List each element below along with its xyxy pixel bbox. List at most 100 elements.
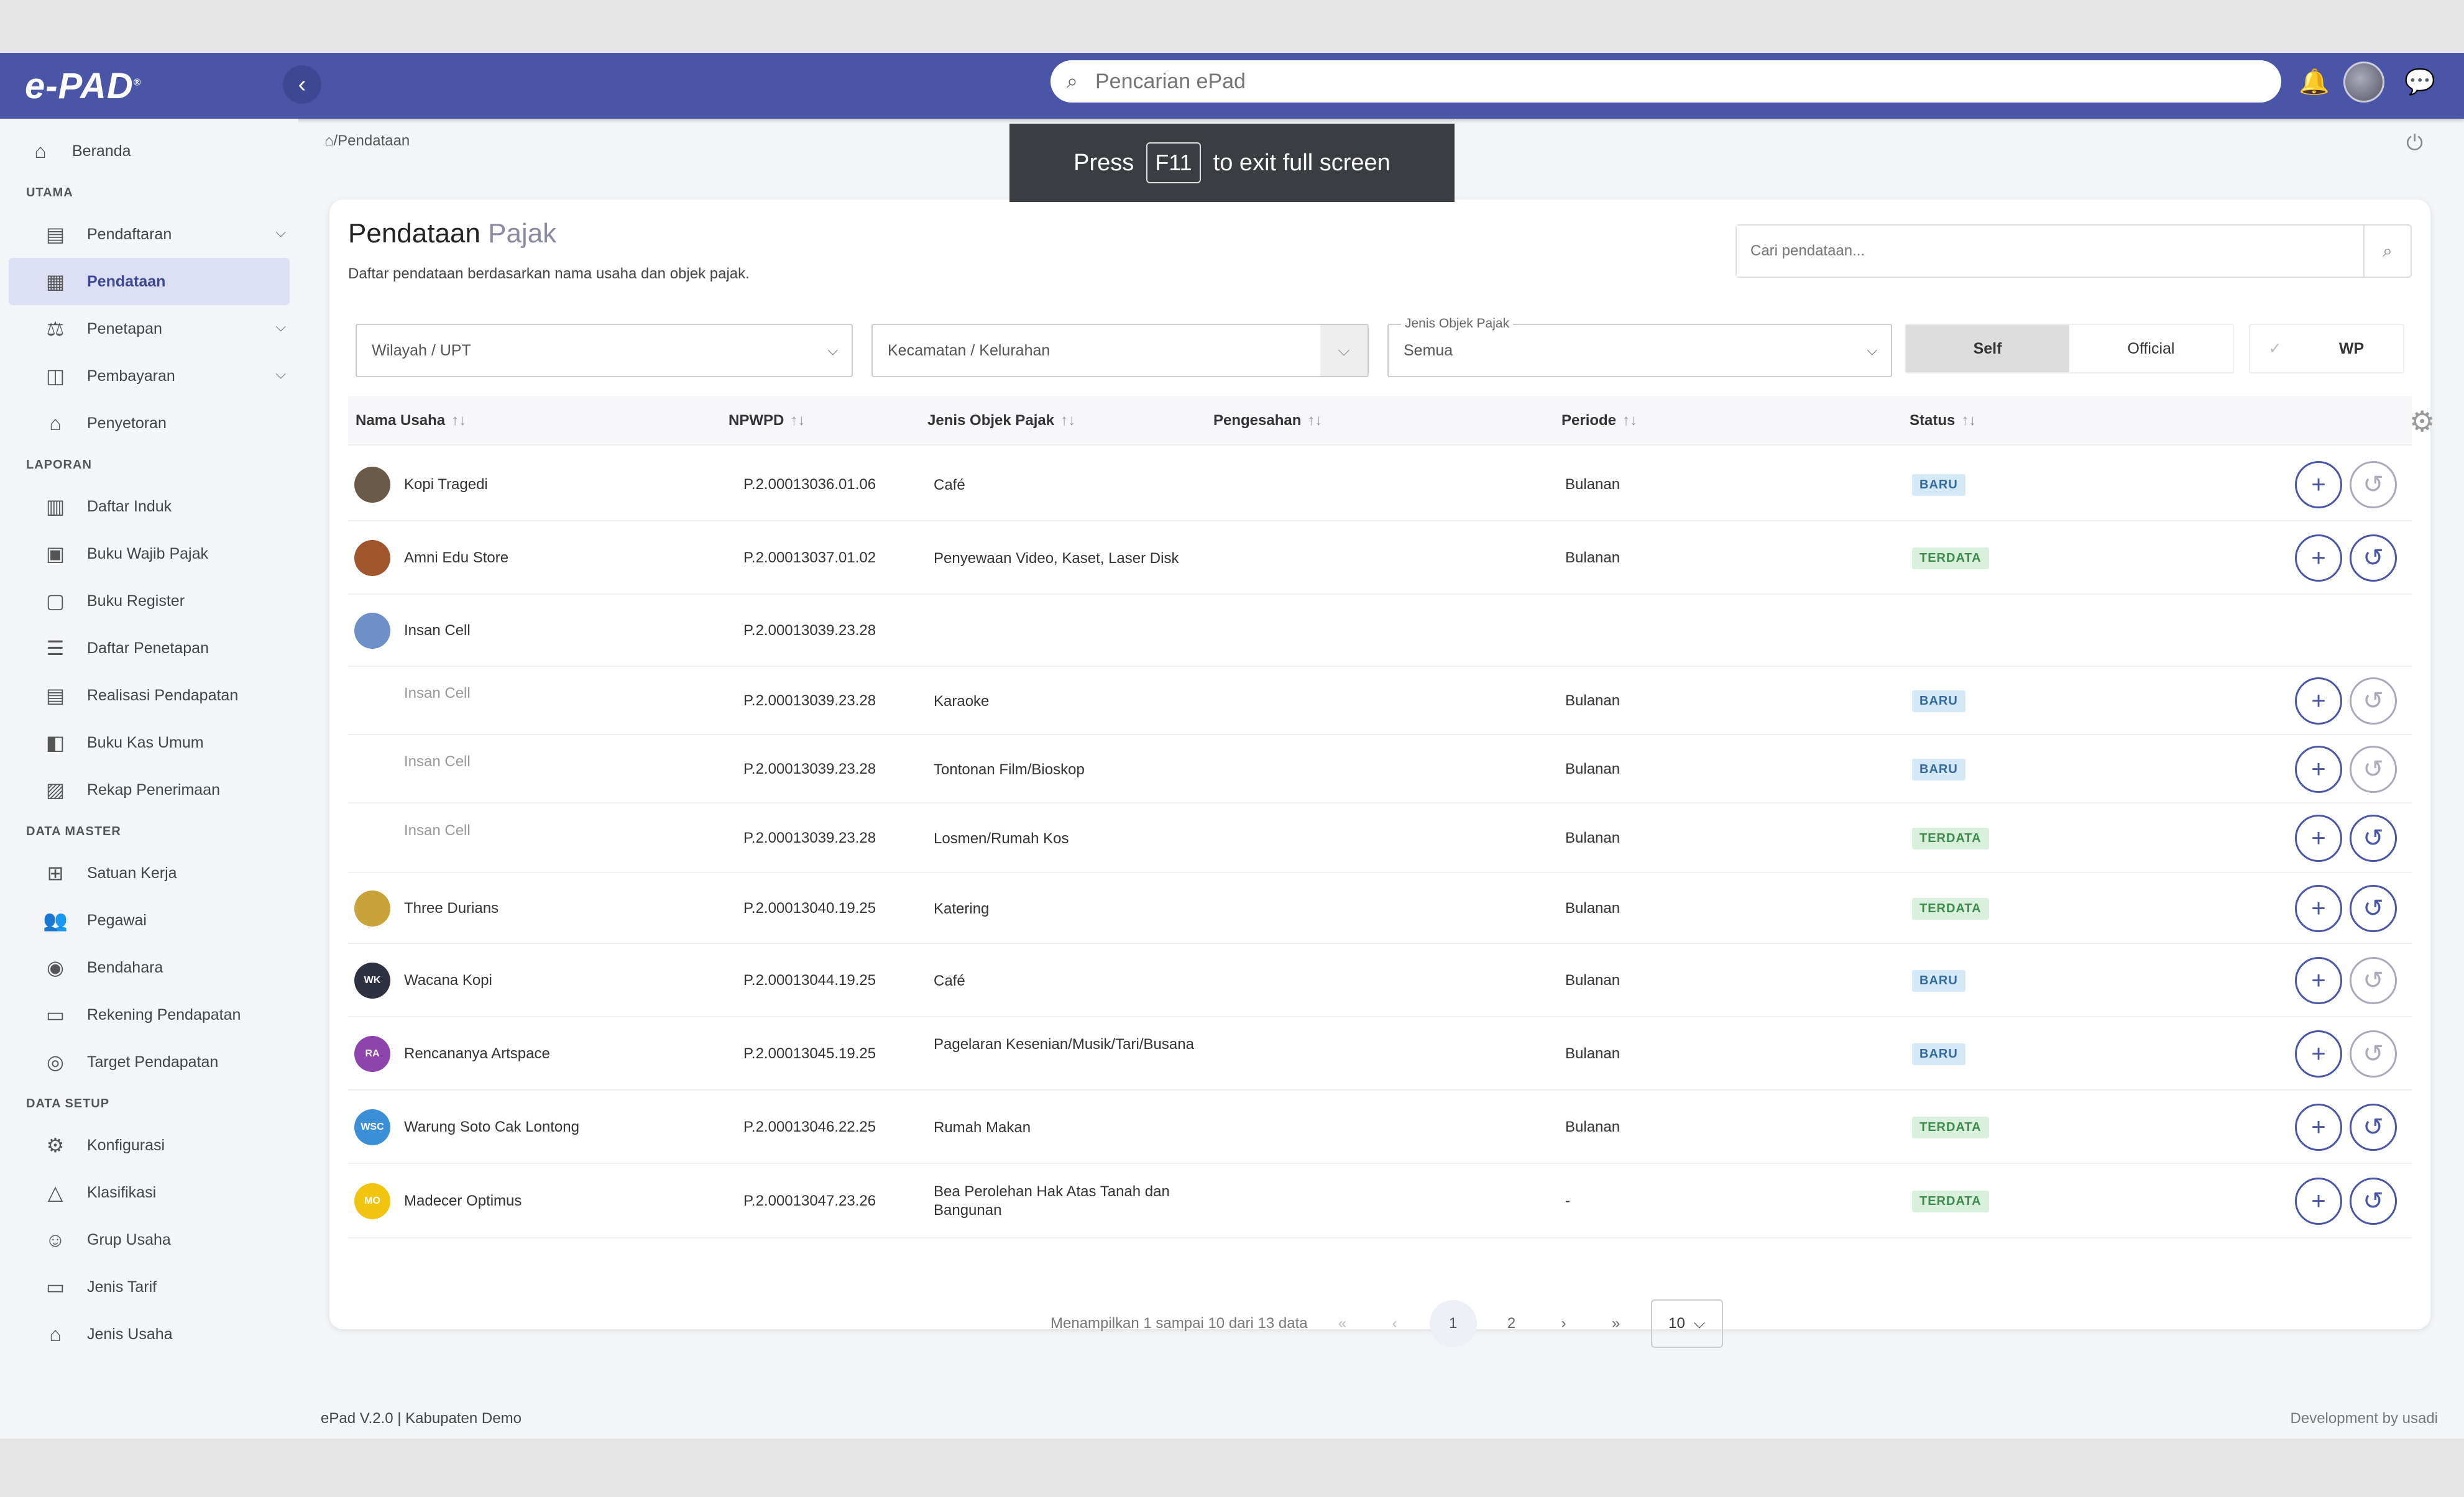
sidebar-item-klasifikasi[interactable]: △ Klasifikasi <box>0 1169 298 1216</box>
sidebar-item-pembayaran[interactable]: ◫ Pembayaran ⌵ <box>0 352 298 400</box>
history-button[interactable]: ↺ <box>2350 677 2397 725</box>
wilayah-select[interactable]: Wilayah / UPT ⌵ <box>356 324 853 377</box>
chat-icon[interactable]: 💬 <box>2404 70 2435 94</box>
bell-icon[interactable]: 🔔 <box>2299 68 2330 96</box>
table-row: Amni Edu Store P.2.00013037.01.02 Penyewaa… <box>348 521 2412 595</box>
daftar-induk-icon: ▥ <box>45 495 65 518</box>
business-avatar: WK <box>354 963 390 999</box>
sidebar-item-buku-kas-umum[interactable]: ◧ Buku Kas Umum <box>0 719 298 766</box>
sidebar-item-target-pendapatan[interactable]: ◎ Target Pendapatan <box>0 1038 298 1086</box>
sidebar-item-rekap-penerimaan[interactable]: ▨ Rekap Penerimaan <box>0 766 298 813</box>
global-search-input[interactable] <box>1095 69 2214 94</box>
history-button[interactable]: ↺ <box>2350 885 2397 932</box>
wp-checkbox[interactable]: ✓ WP <box>2249 324 2404 373</box>
history-button[interactable]: ↺ <box>2350 534 2397 582</box>
column-header-periode[interactable]: Periode ↑↓ <box>1561 412 1637 429</box>
sidebar-item-beranda[interactable]: ⌂ Beranda <box>0 127 298 175</box>
sidebar-item-satuan-kerja[interactable]: ⊞ Satuan Kerja <box>0 849 298 897</box>
power-icon[interactable]: ⏻ <box>2406 131 2423 155</box>
history-button[interactable]: ↺ <box>2350 461 2397 508</box>
sidebar-item-label: Daftar Penetapan <box>87 639 209 657</box>
home-icon[interactable]: ⌂ <box>324 132 334 149</box>
sidebar-item-daftar-induk[interactable]: ▥ Daftar Induk <box>0 483 298 530</box>
status-badge: TERDATA <box>1912 1191 1989 1212</box>
sidebar-item-label: Pendaftaran <box>87 225 172 243</box>
sidebar-item-realisasi-pendapatan[interactable]: ▤ Realisasi Pendapatan <box>0 672 298 719</box>
sidebar-item-pendaftaran[interactable]: ▤ Pendaftaran ⌵ <box>0 211 298 258</box>
business-avatar <box>354 467 390 503</box>
table-row: Insan Cell P.2.00013039.23.28 Tontonan Fil… <box>348 735 2412 803</box>
add-button[interactable]: + <box>2295 746 2342 793</box>
prev-page-button[interactable]: ‹ <box>1377 1315 1412 1332</box>
user-avatar[interactable] <box>2343 62 2384 103</box>
add-button[interactable]: + <box>2295 1104 2342 1151</box>
sidebar-item-buku-register[interactable]: ▢ Buku Register <box>0 577 298 625</box>
global-search[interactable]: ⌕ <box>1050 60 2281 103</box>
sidebar-item-label: Buku Kas Umum <box>87 733 204 751</box>
history-button[interactable]: ↺ <box>2350 815 2397 862</box>
history-button[interactable]: ↺ <box>2350 1178 2397 1225</box>
search-button[interactable]: ⌕ <box>2363 226 2411 277</box>
kecamatan-select[interactable]: Kecamatan / Kelurahan ⌵ <box>871 324 1369 377</box>
add-button[interactable]: + <box>2295 534 2342 582</box>
history-button[interactable]: ↺ <box>2350 957 2397 1004</box>
add-button[interactable]: + <box>2295 461 2342 508</box>
add-button[interactable]: + <box>2295 1178 2342 1225</box>
column-header-npwpd[interactable]: NPWPD ↑↓ <box>729 412 805 429</box>
sidebar-item-rekening-pendapatan[interactable]: ▭ Rekening Pendapatan <box>0 991 298 1038</box>
column-header-nama-usaha[interactable]: Nama Usaha ↑↓ <box>356 412 466 429</box>
history-icon: ↺ <box>2363 471 2384 498</box>
top-bar: e-PAD® ‹ ⌕ 🔔 💬 <box>0 53 2464 119</box>
sidebar-item-label: Rekap Penerimaan <box>87 781 221 799</box>
add-button[interactable]: + <box>2295 957 2342 1004</box>
sidebar-item-buku-wajib-pajak[interactable]: ▣ Buku Wajib Pajak <box>0 530 298 577</box>
jenis-tarif-icon: ▭ <box>45 1276 65 1298</box>
sidebar-item-konfigurasi[interactable]: ⚙ Konfigurasi <box>0 1122 298 1169</box>
column-header-status[interactable]: Status ↑↓ <box>1910 412 1976 429</box>
history-button[interactable]: ↺ <box>2350 746 2397 793</box>
periode-cell: - <box>1565 1193 1570 1209</box>
sidebar-item-daftar-penetapan[interactable]: ☰ Daftar Penetapan <box>0 625 298 672</box>
column-header-pengesahan[interactable]: Pengesahan ↑↓ <box>1213 412 1322 429</box>
history-button[interactable]: ↺ <box>2350 1030 2397 1078</box>
pendataan-search-input[interactable] <box>1737 226 2363 277</box>
last-page-button[interactable]: » <box>1599 1315 1634 1332</box>
page-2-button[interactable]: 2 <box>1494 1315 1529 1332</box>
app-logo[interactable]: e-PAD® <box>25 65 142 106</box>
sidebar-item-pendataan[interactable]: ▦ Pendataan <box>9 258 290 305</box>
sidebar-item-penetapan[interactable]: ⚖ Penetapan ⌵ <box>0 305 298 352</box>
sidebar-item-jenis-tarif[interactable]: ▭ Jenis Tarif <box>0 1263 298 1311</box>
nama-usaha-cell: Three Durians <box>354 890 499 927</box>
sidebar-item-label: Pendataan <box>87 272 166 290</box>
status-badge: BARU <box>1912 474 1965 496</box>
first-page-button[interactable]: « <box>1325 1315 1360 1332</box>
sidebar-collapse-button[interactable]: ‹ <box>283 65 321 104</box>
next-page-button[interactable]: › <box>1547 1315 1581 1332</box>
sidebar-item-pegawai[interactable]: 👥 Pegawai <box>0 897 298 944</box>
sidebar-item-grup-usaha[interactable]: ☺ Grup Usaha <box>0 1216 298 1263</box>
settings-gear-icon[interactable]: ⚙ <box>2409 405 2435 438</box>
add-button[interactable]: + <box>2295 885 2342 932</box>
column-header-jenis-objek-pajak[interactable]: Jenis Objek Pajak ↑↓ <box>927 412 1075 429</box>
pendataan-icon: ▦ <box>45 270 65 293</box>
nama-usaha-cell: Amni Edu Store <box>354 540 508 576</box>
add-button[interactable]: + <box>2295 1030 2342 1078</box>
sidebar-item-bendahara[interactable]: ◉ Bendahara <box>0 944 298 991</box>
rekening-pendapatan-icon: ▭ <box>45 1004 65 1026</box>
page-size-select[interactable]: 10 ⌵ <box>1650 1299 1723 1348</box>
bendahara-icon: ◉ <box>47 956 64 979</box>
add-button[interactable]: + <box>2295 677 2342 725</box>
jenis-objek-select[interactable]: Jenis Objek Pajak Semua ⌵ <box>1387 316 1892 377</box>
pendataan-search[interactable]: ⌕ <box>1735 224 2412 278</box>
toggle-official[interactable]: Official <box>2069 325 2233 372</box>
sidebar-item-jenis-usaha[interactable]: ⌂ Jenis Usaha <box>0 1311 298 1358</box>
sidebar-item-penyetoran[interactable]: ⌂ Penyetoran <box>0 400 298 447</box>
npwpd-cell: P.2.00013047.23.26 <box>743 1193 876 1209</box>
history-button[interactable]: ↺ <box>2350 1104 2397 1151</box>
page-1-button[interactable]: 1 <box>1429 1300 1477 1347</box>
sidebar-item-label: Buku Register <box>87 592 185 610</box>
add-button[interactable]: + <box>2295 815 2342 862</box>
toggle-self[interactable]: Self <box>1906 325 2069 372</box>
business-avatar: MO <box>354 1183 390 1219</box>
status-badge: BARU <box>1912 690 1965 712</box>
